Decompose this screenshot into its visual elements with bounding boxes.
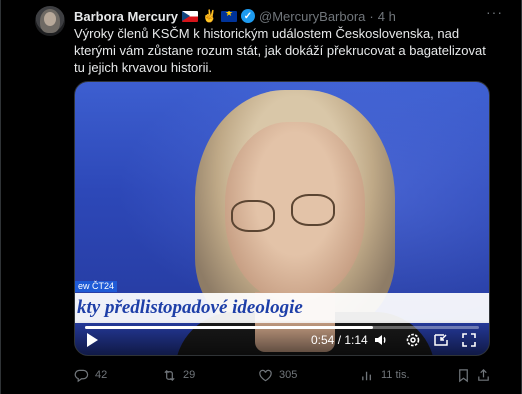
video-player[interactable]: ew ČT24 kty předlistopadové ideologie 0:…: [74, 81, 490, 356]
retweet-icon: [164, 369, 175, 381]
views-count: 11 tis.: [381, 369, 410, 381]
victory-hand-icon: ✌️: [202, 9, 217, 23]
tweet-actions: 42 29 305 11 tis.: [74, 366, 496, 384]
retweet-action[interactable]: 29: [162, 368, 258, 383]
tweet-text: Výroky členů KSČM k historickým událoste…: [74, 26, 486, 75]
separator-dot: ·: [369, 8, 374, 24]
glasses-right-lens: [291, 194, 335, 226]
reply-icon: [74, 369, 89, 382]
like-action[interactable]: 305: [258, 368, 360, 383]
avatar[interactable]: [35, 6, 65, 36]
share-icon: [478, 368, 489, 381]
volume-icon[interactable]: [373, 332, 389, 348]
pip-icon[interactable]: [433, 332, 449, 348]
news-ticker: kty předlistopadové ideologie: [75, 293, 489, 323]
tweet-card[interactable]: Barbora Mercury ✌️ ✓ @MercuryBarbora · 4…: [0, 0, 522, 394]
retweet-count: 29: [183, 369, 196, 381]
channel-label: ew ČT24: [75, 281, 118, 292]
progress-bar[interactable]: [85, 326, 479, 329]
eu-flag-icon: [221, 10, 237, 22]
progress-fill: [85, 326, 373, 329]
author-handle[interactable]: @MercuryBarbora: [259, 9, 365, 24]
glasses-left-lens: [231, 200, 275, 232]
reply-count: 42: [95, 369, 108, 381]
tweet-time[interactable]: 4 h: [378, 9, 396, 24]
settings-gear-icon[interactable]: [405, 332, 421, 348]
video-controls: 0:54 / 1:14: [75, 320, 489, 355]
time-readout: 0:54 / 1:14: [311, 333, 368, 347]
tweet-header: Barbora Mercury ✌️ ✓ @MercuryBarbora · 4…: [74, 8, 396, 24]
heart-icon: [259, 369, 272, 381]
verified-badge-icon[interactable]: ✓: [241, 9, 255, 23]
views-icon: [362, 371, 371, 380]
play-icon[interactable]: [87, 333, 98, 347]
bookmark-icon: [459, 368, 468, 382]
like-count: 305: [279, 369, 298, 381]
views-action[interactable]: 11 tis.: [360, 368, 456, 383]
author-name[interactable]: Barbora Mercury: [74, 9, 178, 24]
bookmark-action[interactable]: [456, 368, 476, 383]
more-options-icon[interactable]: ···: [486, 4, 503, 20]
reply-action[interactable]: 42: [74, 368, 162, 383]
fullscreen-icon[interactable]: [461, 332, 477, 348]
avatar-face: [44, 12, 56, 26]
share-action[interactable]: [476, 368, 496, 383]
czech-flag-icon: [182, 10, 199, 22]
